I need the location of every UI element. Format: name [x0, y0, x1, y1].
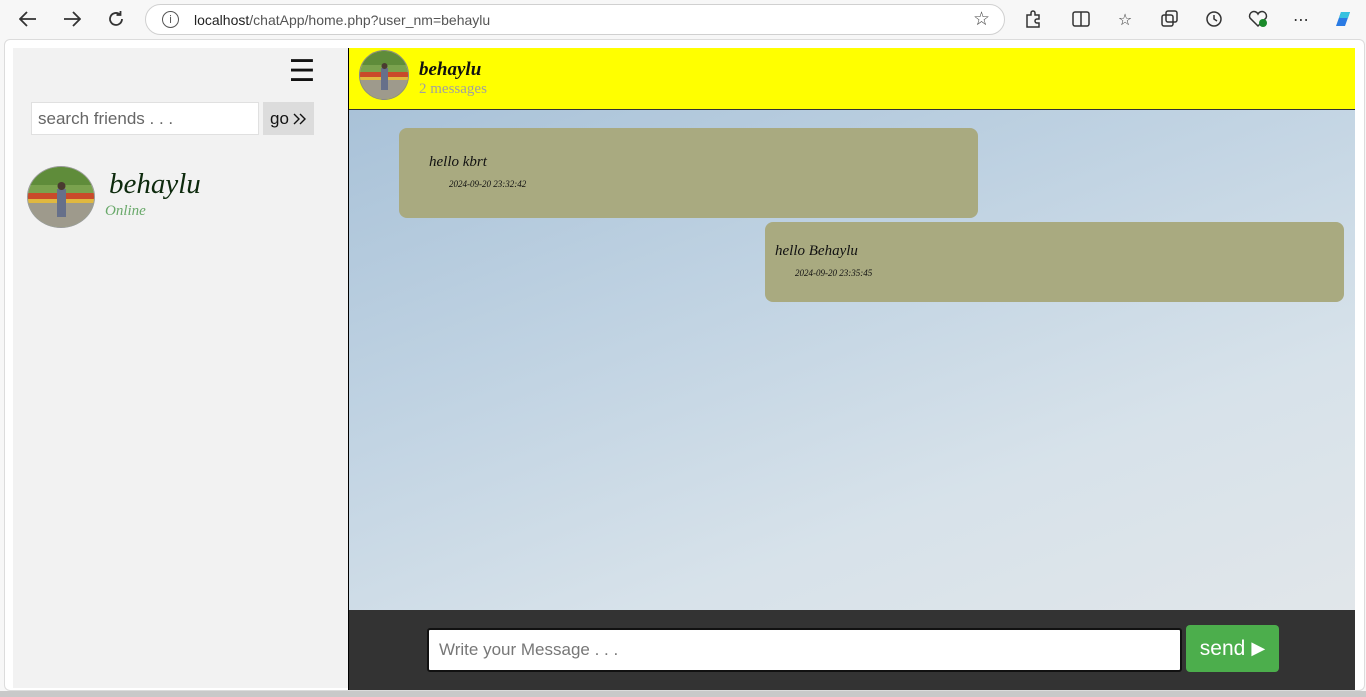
send-button[interactable]: send ▶: [1186, 625, 1279, 672]
friend-name: behaylu: [109, 168, 201, 200]
chat-panel: behaylu 2 messages hello kbrt 2024-09-20…: [348, 48, 1355, 690]
split-screen-icon[interactable]: [1069, 7, 1093, 31]
message-timestamp: 2024-09-20 23:32:42: [449, 179, 527, 189]
copilot-icon[interactable]: [1331, 7, 1355, 31]
browser-essentials-icon[interactable]: [1246, 7, 1270, 31]
message-area: hello kbrt 2024-09-20 23:32:42 hello Beh…: [349, 110, 1355, 610]
taskbar-strip: [0, 691, 1366, 697]
url-text: localhost/chatApp/home.php?user_nm=behay…: [194, 12, 491, 28]
double-chevron-icon: [293, 113, 306, 124]
message-text: hello kbrt: [429, 154, 487, 170]
hamburger-menu-icon[interactable]: ☰: [287, 57, 317, 87]
friend-list-item[interactable]: behaylu Online: [27, 166, 327, 230]
chat-avatar: [359, 50, 409, 100]
favorite-star-icon[interactable]: ☆: [973, 8, 990, 30]
friend-avatar: [27, 166, 95, 228]
chat-partner-name: behaylu: [419, 59, 482, 80]
play-arrow-icon: ▶: [1251, 638, 1266, 659]
message-bubble-sent: hello Behaylu 2024-09-20 23:35:45: [765, 222, 1344, 302]
friend-status: Online: [105, 203, 146, 219]
send-button-label: send: [1199, 636, 1246, 660]
collections-icon[interactable]: [1158, 7, 1182, 31]
forward-icon[interactable]: [58, 6, 86, 32]
page-viewport: ☰ go behaylu Online: [4, 39, 1365, 691]
reload-icon[interactable]: [102, 6, 130, 32]
browser-toolbar: i localhost/chatApp/home.php?user_nm=beh…: [0, 0, 1366, 38]
address-bar[interactable]: i localhost/chatApp/home.php?user_nm=beh…: [145, 4, 1005, 35]
message-composer: send ▶: [349, 610, 1355, 690]
chat-header: behaylu 2 messages: [349, 48, 1355, 110]
favorites-icon[interactable]: ☆: [1113, 7, 1137, 31]
message-timestamp: 2024-09-20 23:35:45: [795, 268, 873, 278]
extensions-icon[interactable]: [1021, 7, 1045, 31]
go-button-label: go: [270, 108, 289, 128]
message-text: hello Behaylu: [775, 243, 858, 259]
message-input[interactable]: [427, 628, 1182, 672]
more-icon[interactable]: ⋯: [1289, 7, 1313, 31]
history-icon[interactable]: [1202, 7, 1226, 31]
search-friends-input[interactable]: [31, 102, 259, 135]
go-button[interactable]: go: [263, 102, 314, 135]
back-icon[interactable]: [14, 6, 42, 32]
message-count: 2 messages: [419, 81, 487, 97]
message-bubble-received: hello kbrt 2024-09-20 23:32:42: [399, 128, 978, 218]
friends-sidebar: ☰ go behaylu Online: [13, 48, 349, 688]
info-icon[interactable]: i: [162, 11, 179, 28]
